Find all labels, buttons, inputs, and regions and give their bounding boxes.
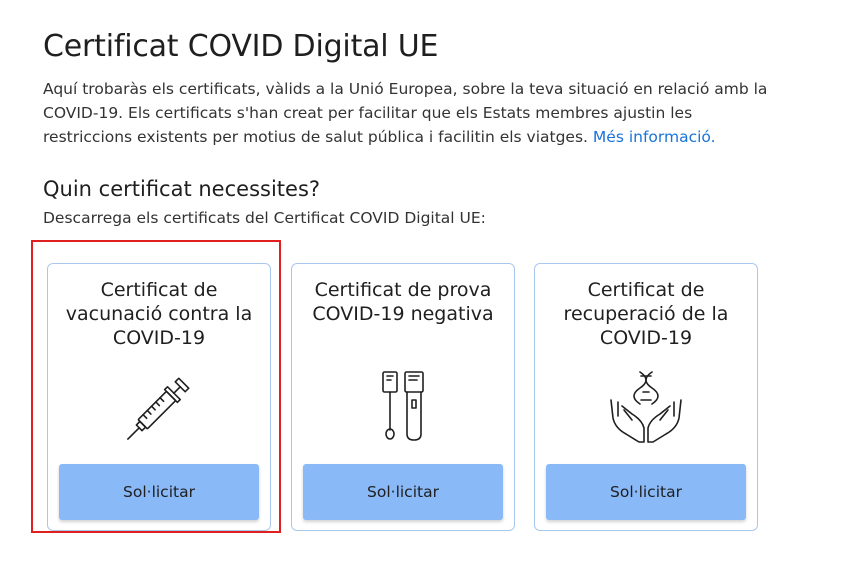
card-vaccination-certificate: Certificat de vacunació contra la COVID-… [47, 263, 271, 531]
card-test-certificate: Certificat de prova COVID-19 negativa So… [291, 263, 515, 531]
page-title: Certificat COVID Digital UE [43, 29, 439, 64]
more-info-link[interactable]: Més informació. [593, 128, 716, 146]
test-tubes-icon [382, 371, 424, 441]
card-title: Certificat de prova COVID-19 negativa [312, 279, 494, 325]
section-subtitle: Descarrega els certificats del Certifica… [43, 209, 486, 227]
section-title: Quin certificat necessites? [43, 177, 321, 201]
card-title: Certificat de recuperació de la COVID-19 [563, 279, 729, 349]
card-title: Certificat de vacunació contra la COVID-… [65, 279, 253, 349]
request-test-button[interactable]: Sol·licitar [303, 464, 503, 520]
intro-paragraph: Aquí trobaràs els certificats, vàlids a … [43, 77, 773, 149]
request-vaccination-button[interactable]: Sol·licitar [59, 464, 259, 520]
syringe-icon [127, 377, 190, 440]
card-recovery-certificate: Certificat de recuperació de la COVID-19… [534, 263, 758, 531]
hands-dna-icon [610, 371, 682, 443]
request-recovery-button[interactable]: Sol·licitar [546, 464, 746, 520]
